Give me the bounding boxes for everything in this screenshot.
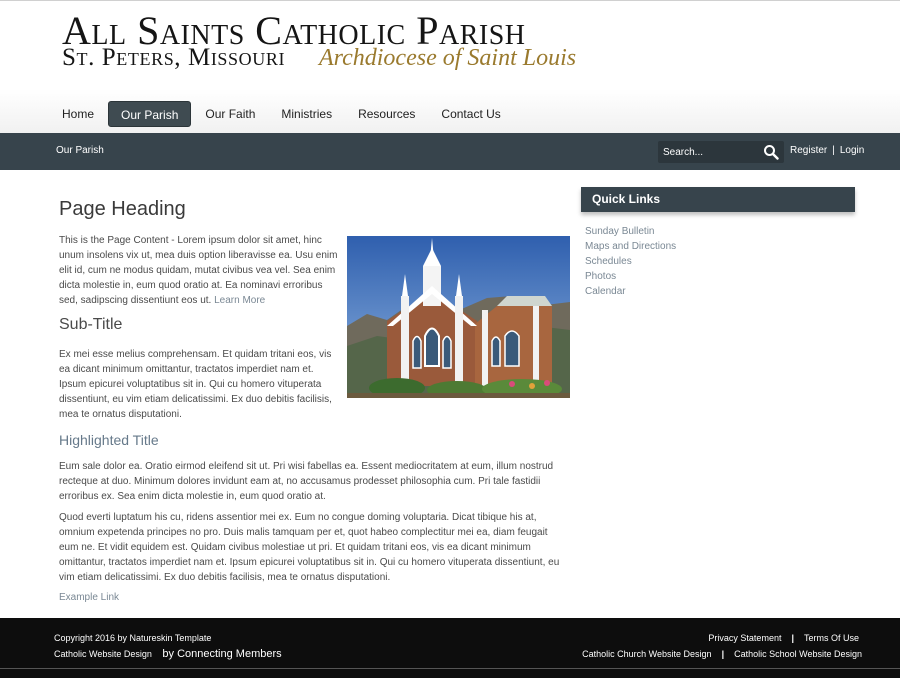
intro-paragraph: This is the Page Content - Lorem ipsum d… [59,233,341,308]
highlighted-title: Highlighted Title [59,432,159,448]
copyright-text: Copyright 2016 by Natureskin Template [54,633,212,643]
site-header: All Saints Catholic Parish St. Peters, M… [0,1,900,133]
quick-links-list: Sunday Bulletin Maps and Directions Sche… [585,224,676,299]
terms-link[interactable]: Terms Of Use [804,633,859,643]
content-paragraph: Quod everti luptatum his cu, ridens asse… [59,512,560,583]
design-link[interactable]: Catholic Website Design [54,649,152,659]
privacy-link[interactable]: Privacy Statement [708,633,781,643]
quick-link-calendar[interactable]: Calendar [585,284,676,299]
quick-links-header: Quick Links [581,187,855,212]
quick-link-maps[interactable]: Maps and Directions [585,239,676,254]
nav-our-faith[interactable]: Our Faith [193,101,267,127]
site-footer: Copyright 2016 by Natureskin Template Ca… [0,618,900,678]
login-link[interactable]: Login [840,145,864,156]
search-box [658,141,784,163]
legal-separator: | [791,633,794,643]
subtitle-paragraph: Ex mei esse melius comprehensam. Et quid… [59,349,332,420]
sub-title: Sub-Title [59,316,123,333]
register-link[interactable]: Register [790,145,827,156]
design-links: Catholic Church Website Design | Catholic … [582,649,862,659]
design-separator: | [721,649,725,659]
nav-resources[interactable]: Resources [346,101,427,127]
example-link[interactable]: Example Link [59,592,119,603]
design-credit: Catholic Website Design by Connecting Me… [54,648,282,660]
nav-home[interactable]: Home [50,101,106,127]
school-design-link[interactable]: Catholic School Website Design [734,649,862,659]
archdiocese-label: Archdiocese of Saint Louis [319,45,577,71]
account-separator: | [832,145,835,156]
nav-ministries[interactable]: Ministries [269,101,344,127]
quick-link-schedules[interactable]: Schedules [585,254,676,269]
site-subtitle: St. Peters, Missouri [62,44,286,71]
breadcrumb[interactable]: Our Parish [56,145,104,156]
sub-bar: Our Parish Register | Login [0,133,900,170]
highlighted-paragraph: Eum sale dolor ea. Oratio eirmod eleifen… [59,461,554,502]
learn-more-link[interactable]: Learn More [214,295,265,306]
church-image [347,236,570,398]
connecting-members-link[interactable]: by Connecting Members [162,648,281,660]
search-input[interactable] [663,144,759,160]
main-nav: Home Our Parish Our Faith Ministries Res… [50,101,515,127]
page-heading: Page Heading [59,198,186,220]
nav-our-parish[interactable]: Our Parish [108,101,192,127]
quick-links-title: Quick Links [592,192,661,206]
nav-contact-us[interactable]: Contact Us [429,101,512,127]
church-design-link[interactable]: Catholic Church Website Design [582,649,711,659]
intro-text: This is the Page Content - Lorem ipsum d… [59,235,338,306]
search-icon[interactable] [763,144,779,160]
quick-link-photos[interactable]: Photos [585,269,676,284]
legal-links: Privacy Statement | Terms Of Use [708,633,859,643]
account-links: Register | Login [790,145,864,156]
quick-link-sunday-bulletin[interactable]: Sunday Bulletin [585,224,676,239]
footer-bottom-line [0,668,900,669]
